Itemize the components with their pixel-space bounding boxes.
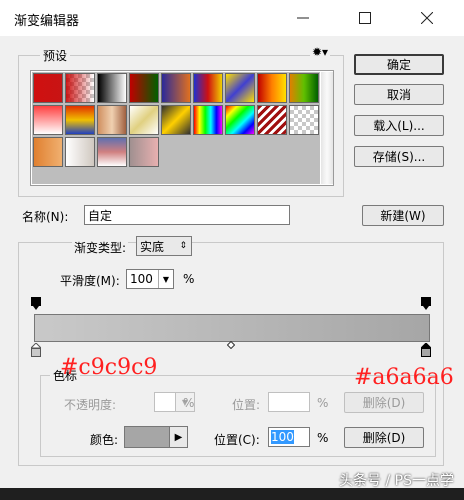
smoothness-unit: % (183, 272, 195, 286)
window-title: 渐变编辑器 (14, 14, 80, 29)
preset-swatch[interactable] (33, 105, 63, 135)
name-input[interactable]: 自定 (84, 205, 290, 225)
opacity-input (154, 392, 176, 412)
preset-swatch[interactable] (129, 105, 159, 135)
color-location-input[interactable]: 100 (268, 427, 310, 447)
annotation-right: #a6a6a6 (354, 365, 454, 390)
preset-swatch[interactable] (97, 73, 127, 103)
preset-swatch[interactable] (193, 73, 223, 103)
gradient-type-value: 实底 (140, 239, 165, 254)
preset-swatch[interactable] (97, 105, 127, 135)
gradient-type-label: 渐变类型: (72, 239, 129, 256)
title-bar: 渐变编辑器 (0, 0, 464, 36)
color-delete-button[interactable]: 删除(D) (344, 427, 424, 448)
smoothness-input[interactable]: 100 ▼ (126, 269, 174, 289)
smoothness-value: 100 (130, 272, 153, 286)
preset-swatch[interactable] (289, 73, 319, 103)
preset-swatch[interactable] (225, 73, 255, 103)
color-label: 颜色: (90, 433, 119, 447)
color-location-unit: % (317, 431, 329, 445)
opacity-delete-button: 删除(D) (344, 392, 424, 413)
opacity-location-input (268, 392, 310, 412)
preset-swatch[interactable] (33, 137, 63, 167)
opacity-location-unit: % (317, 396, 329, 410)
cancel-button[interactable]: 取消 (354, 84, 444, 105)
gradient-type-select[interactable]: 实底 ⇕ (136, 236, 192, 256)
color-stop-left[interactable] (31, 343, 41, 357)
preset-swatch[interactable] (97, 137, 127, 167)
maximize-icon[interactable] (342, 0, 388, 36)
preset-swatch[interactable] (65, 137, 95, 167)
watermark: 头条号 / PS一点学 (339, 473, 454, 489)
preset-swatch[interactable] (65, 105, 95, 135)
preset-swatch-grid (32, 72, 320, 184)
preset-swatch[interactable] (129, 73, 159, 103)
preset-swatch[interactable] (289, 105, 319, 135)
smoothness-label: 平滑度(M): (60, 274, 120, 288)
opacity-unit: % (183, 396, 195, 410)
preset-swatch[interactable] (257, 73, 287, 103)
minimize-icon[interactable] (280, 0, 326, 36)
annotation-left: #c9c9c9 (60, 355, 158, 380)
color-swatch[interactable]: ▶ (124, 426, 188, 448)
preset-swatch[interactable] (65, 73, 95, 103)
preset-swatch[interactable] (193, 105, 223, 135)
color-stop-right[interactable] (421, 343, 431, 357)
opacity-stop-right[interactable] (421, 297, 431, 311)
opacity-stop-left[interactable] (31, 297, 41, 311)
midpoint-diamond-icon[interactable] (227, 341, 235, 349)
preset-swatch[interactable] (129, 137, 159, 167)
presets-scrollbar[interactable] (321, 72, 333, 184)
preset-swatch[interactable] (161, 105, 191, 135)
save-button[interactable]: 存储(S)... (354, 146, 444, 167)
updown-arrows-icon: ⇕ (179, 241, 187, 251)
color-menu-arrow-icon[interactable]: ▶ (169, 427, 187, 447)
preset-swatch[interactable] (33, 73, 63, 103)
new-button[interactable]: 新建(W) (362, 205, 444, 226)
preset-swatch[interactable] (225, 105, 255, 135)
opacity-label: 不透明度: (64, 398, 117, 412)
gear-icon[interactable]: ✹▾ (310, 45, 331, 59)
close-icon[interactable] (404, 0, 450, 36)
dropdown-arrow-icon[interactable]: ▼ (158, 270, 173, 288)
ok-button[interactable]: 确定 (354, 54, 444, 75)
gradient-editor-dialog: 渐变编辑器 确定 取消 载入(L)... 存储(S)... 预设 ✹▾ 名称(N… (0, 0, 464, 488)
load-button[interactable]: 载入(L)... (354, 115, 444, 136)
presets-panel (30, 70, 334, 186)
preset-swatch[interactable] (257, 105, 287, 135)
gradient-preview-bar[interactable] (34, 314, 430, 342)
presets-label: 预设 (40, 47, 71, 64)
name-label: 名称(N): (22, 210, 69, 224)
color-location-value: 100 (271, 430, 294, 444)
opacity-location-label: 位置: (232, 398, 261, 412)
color-location-label: 位置(C): (214, 433, 260, 447)
preset-swatch[interactable] (161, 73, 191, 103)
